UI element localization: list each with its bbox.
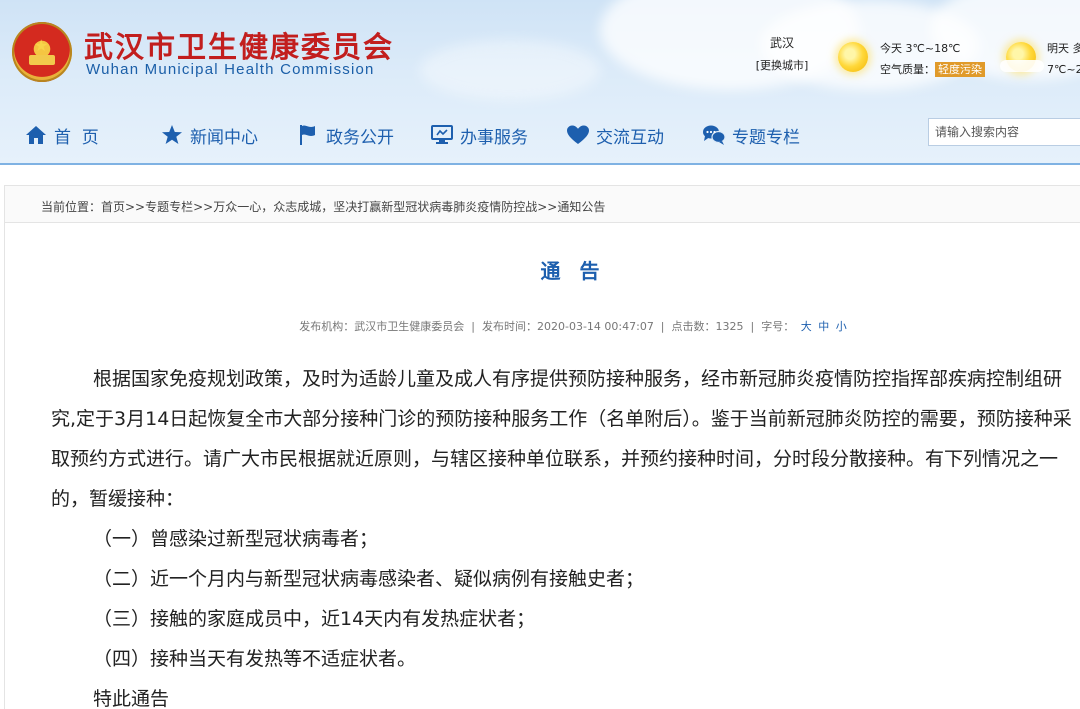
cloud-icon bbox=[1000, 60, 1044, 72]
nav-item-topics[interactable]: 专题专栏 bbox=[702, 121, 800, 149]
tomorrow-temperature: 7℃~2 bbox=[1047, 63, 1080, 76]
air-quality-label: 空气质量： bbox=[880, 63, 935, 76]
article-meta: 发布机构：武汉市卫生健康委员会 | 发布时间：2020-03-14 00:47:… bbox=[5, 318, 1080, 334]
weather-today: 今天 3℃~18℃ 空气质量： 轻度污染 bbox=[880, 38, 985, 80]
nav-label: 交流互动 bbox=[596, 127, 664, 148]
closing-text: 特此通告 bbox=[93, 688, 170, 709]
article-body: 根据国家免疫规划政策，及时为适龄儿童及成人有序提供预防接种服务，经市新冠肺炎疫情… bbox=[51, 359, 1080, 709]
today-temperature: 今天 3℃~18℃ bbox=[880, 42, 961, 55]
nav-item-services[interactable]: 办事服务 bbox=[430, 121, 528, 149]
tomorrow-label: 明天 多云 bbox=[1047, 42, 1080, 55]
site-title: 武汉市卫生健康委员会 bbox=[84, 30, 395, 64]
font-size-medium-button[interactable]: 中 bbox=[818, 320, 829, 333]
nav-label: 首 页 bbox=[54, 127, 99, 148]
nav-item-news[interactable]: 新闻中心 bbox=[160, 121, 258, 149]
meta-info: 发布机构：武汉市卫生健康委员会 | 发布时间：2020-03-14 00:47:… bbox=[299, 320, 795, 333]
weather-city: 武汉 [更换城市] bbox=[752, 34, 812, 73]
city-name: 武汉 bbox=[769, 36, 794, 50]
nav-label: 办事服务 bbox=[460, 127, 528, 148]
star-icon bbox=[160, 124, 184, 146]
sunny-icon bbox=[838, 42, 868, 72]
nav-item-home[interactable]: 首 页 bbox=[24, 121, 99, 149]
weather-tomorrow: 明天 多云 7℃~2 bbox=[1047, 38, 1080, 80]
nav-label: 新闻中心 bbox=[190, 127, 258, 148]
breadcrumb[interactable]: 当前位置：首页>>专题专栏>>万众一心，众志成城，坚决打赢新型冠状病毒肺炎疫情防… bbox=[41, 198, 605, 215]
change-city-link[interactable]: [更换城市] bbox=[752, 57, 812, 73]
list-item: （三）接触的家庭成员中，近14天内有发热症状者； bbox=[93, 608, 536, 630]
nav-label: 专题专栏 bbox=[732, 127, 800, 148]
font-size-small-button[interactable]: 小 bbox=[836, 320, 847, 333]
nav-item-gov-affairs[interactable]: 政务公开 bbox=[296, 121, 394, 149]
article-title: 通 告 bbox=[540, 259, 606, 283]
cloud-decoration bbox=[420, 40, 600, 100]
air-quality-badge: 轻度污染 bbox=[935, 62, 985, 77]
air-quality: 空气质量： 轻度污染 bbox=[880, 59, 985, 80]
nav-label: 政务公开 bbox=[326, 127, 394, 148]
monitor-icon bbox=[430, 124, 454, 146]
chat-bubbles-icon bbox=[702, 124, 726, 146]
article: 通 告 发布机构：武汉市卫生健康委员会 | 发布时间：2020-03-14 00… bbox=[4, 223, 1080, 709]
national-emblem-icon: ★ bbox=[12, 22, 72, 82]
nav-item-interaction[interactable]: 交流互动 bbox=[566, 121, 664, 149]
search-input[interactable] bbox=[928, 118, 1080, 146]
list-item: （一）曾感染过新型冠状病毒者； bbox=[93, 528, 379, 550]
home-icon bbox=[24, 124, 48, 146]
flag-icon bbox=[296, 124, 320, 146]
article-paragraph: 根据国家免疫规划政策，及时为适龄儿童及成人有序提供预防接种服务，经市新冠肺炎疫情… bbox=[51, 368, 1072, 510]
site-subtitle: Wuhan Municipal Health Commission bbox=[86, 61, 375, 78]
site-header: ★ 武汉市卫生健康委员会 Wuhan Municipal Health Comm… bbox=[0, 0, 1080, 165]
breadcrumb-bar: 当前位置：首页>>专题专栏>>万众一心，众志成城，坚决打赢新型冠状病毒肺炎疫情防… bbox=[4, 185, 1080, 223]
font-size-large-button[interactable]: 大 bbox=[801, 320, 812, 333]
list-item: （四）接种当天有发热等不适症状者。 bbox=[93, 648, 417, 670]
list-item: （二）近一个月内与新型冠状病毒感染者、疑似病例有接触史者； bbox=[93, 568, 645, 590]
heart-icon bbox=[566, 124, 590, 146]
main-nav: 首 页 新闻中心 政务公开 办事服务 交流互动 专题专栏 bbox=[0, 113, 1080, 157]
